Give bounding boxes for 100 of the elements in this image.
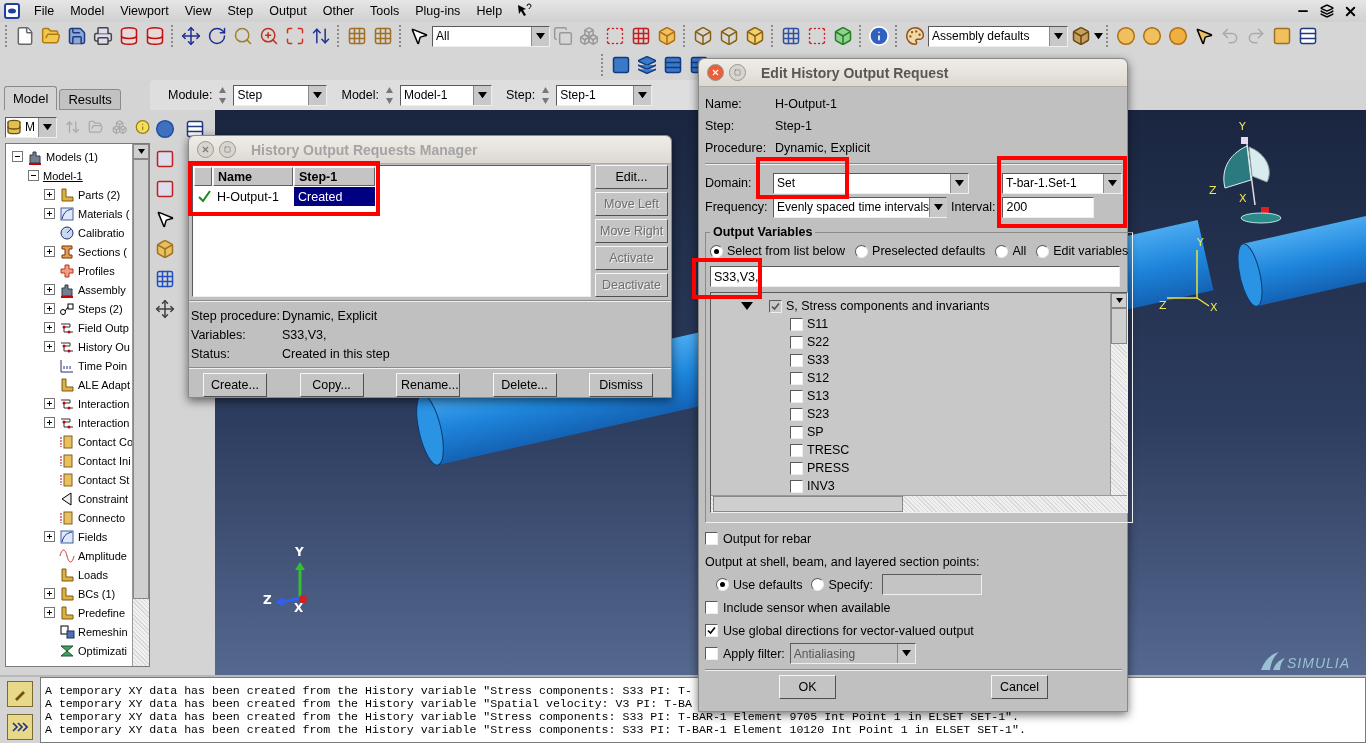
tree-item[interactable]: Interaction [78,397,130,410]
tree-item[interactable]: Sections ( [78,245,127,258]
cube-select-icon[interactable] [657,26,677,46]
search-icon[interactable] [233,26,253,46]
zoom-box-icon[interactable] [259,26,279,46]
collapse-triangle-icon[interactable] [741,301,753,311]
tree-item[interactable]: Interaction [78,416,130,429]
close-button[interactable] [197,141,214,158]
checkbox[interactable] [705,532,718,545]
radio-button[interactable] [811,578,825,591]
checkbox[interactable] [790,371,803,385]
expand-icon[interactable] [44,530,56,543]
database-icon[interactable] [119,26,139,46]
pointer-icon[interactable] [1194,26,1214,46]
expand-icon[interactable] [44,188,56,201]
tree-item[interactable]: Amplitude [78,549,127,562]
expand-icon[interactable] [44,397,56,410]
restore-icon[interactable] [1320,4,1334,18]
checkbox[interactable] [705,624,718,637]
checkbox[interactable] [790,479,803,493]
expand-icon[interactable] [44,283,56,296]
checkbox[interactable] [790,407,803,421]
specify-field[interactable] [881,574,982,595]
solid-cube-icon[interactable] [745,26,765,46]
spinner-icon[interactable] [541,85,551,105]
menu-item[interactable]: Tools [362,4,408,18]
menu-item[interactable]: Plug-ins [407,4,469,18]
tree-item[interactable]: Materials ( [78,207,130,220]
tree-item[interactable]: Time Poin [78,359,128,372]
tree-item[interactable]: Connecto [78,511,126,524]
spinner-icon[interactable] [218,85,228,105]
collapse-icon[interactable] [28,169,40,182]
rotate-icon[interactable] [207,26,227,46]
tree-item[interactable]: Loads [78,568,108,581]
tree-item[interactable]: History Ou [78,340,130,353]
spinner-icon[interactable] [385,85,394,105]
button[interactable]: Copy... [299,373,364,397]
info-icon[interactable] [868,25,890,47]
menu-item[interactable]: Help [468,4,511,18]
tree-item[interactable]: BCs (1) [78,587,116,600]
table-icon[interactable] [185,119,205,139]
checkbox[interactable] [705,601,718,614]
tab[interactable]: Model [4,86,58,110]
block-icon[interactable] [155,239,175,259]
menu-item[interactable]: Output [261,4,315,18]
checkbox[interactable] [790,389,803,403]
circle-icon[interactable] [1168,26,1188,46]
step-dropdown[interactable]: Step-1 [556,84,653,106]
menu-item[interactable]: Step [219,4,262,18]
move-icon[interactable] [181,26,201,46]
print-icon[interactable] [93,26,113,46]
wire-cube-icon[interactable] [693,26,713,46]
tree-item[interactable]: Models (1) [46,150,98,163]
vertical-scrollbar[interactable] [132,144,149,666]
scroll-thumb[interactable] [1111,308,1128,344]
radio-button[interactable] [1036,244,1050,258]
expand-icon[interactable] [44,606,56,619]
scroll-thumb[interactable] [133,159,149,599]
save-icon[interactable] [67,26,87,46]
frequency-dropdown[interactable]: Evenly spaced time intervals [773,196,947,218]
selection-dropdown[interactable]: All [432,25,550,47]
expand-icon[interactable] [44,245,56,258]
domain-dropdown[interactable]: Set [773,172,969,194]
tree-item[interactable]: Steps (2) [78,302,123,315]
button[interactable]: Cancel [991,675,1048,699]
radio-button[interactable] [710,244,723,258]
render-style-dropdown[interactable]: Assembly defaults [928,25,1068,47]
button[interactable]: Dismiss [589,373,653,397]
button[interactable]: Edit... [595,165,668,189]
cube-icon[interactable] [1071,26,1091,46]
collapse-icon[interactable] [12,150,24,163]
tree-item[interactable]: Contact Ini [78,454,131,467]
button[interactable]: Rename... [396,373,460,397]
circles-icon[interactable] [1116,26,1136,46]
radio-button[interactable] [855,244,869,258]
fit-view-icon[interactable] [285,26,305,46]
filter-dropdown[interactable]: M [5,116,57,138]
circles-icon[interactable] [1142,26,1162,46]
horizontal-scrollbar[interactable] [711,495,1128,512]
radio-button[interactable] [995,244,1009,258]
checkbox[interactable] [790,317,803,331]
expand-icon[interactable] [44,207,56,220]
database-icon[interactable] [145,26,165,46]
palette-icon[interactable] [905,26,925,46]
tree-item[interactable]: Parts (2) [78,188,121,201]
button[interactable]: OK [779,675,836,699]
swap-arrows-icon[interactable] [311,26,331,46]
wire-cube-icon[interactable] [719,26,739,46]
tree-item[interactable]: Assembly [78,283,126,296]
set-dropdown[interactable]: T-bar-1.Set-1 [1002,172,1122,194]
tree-item[interactable]: Remeshin [78,625,128,638]
tree-item[interactable]: Optimizati [78,644,127,657]
tree-item[interactable]: Field Outp [78,321,129,334]
filter-dropdown[interactable]: Antialiasing [789,643,916,664]
interval-field[interactable]: 200 [1002,196,1095,218]
button[interactable]: Delete... [492,373,557,397]
checkbox[interactable] [790,425,803,439]
expand-icon[interactable] [44,587,56,600]
crop-box-icon[interactable] [605,26,625,46]
tree-item[interactable]: Model-1 [43,169,83,182]
